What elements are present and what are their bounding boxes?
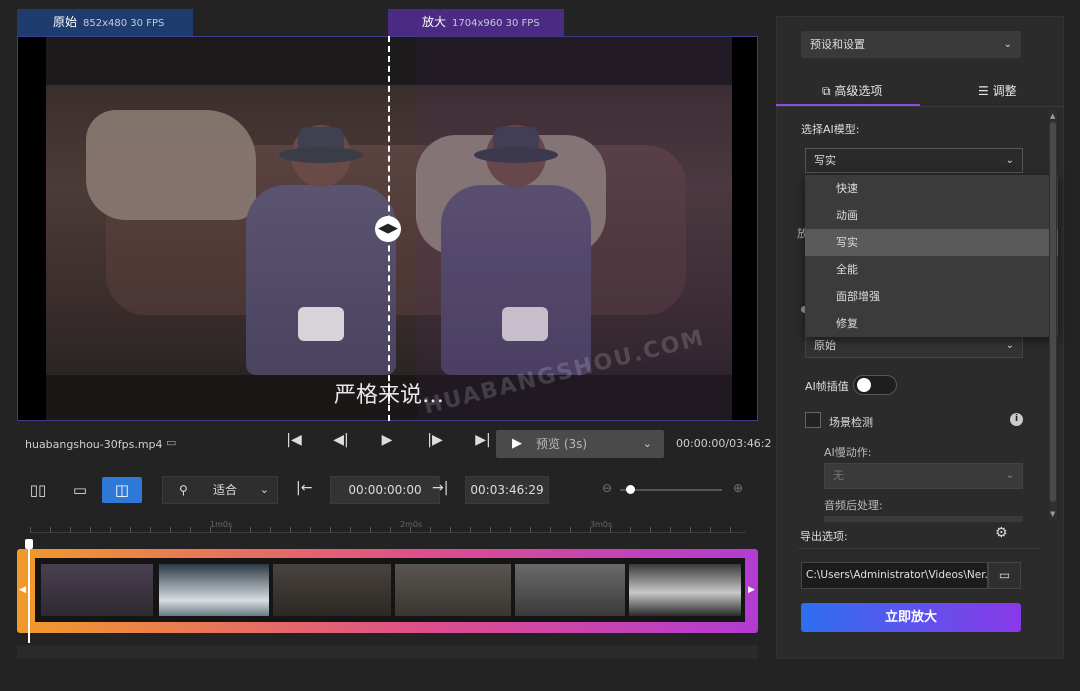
tab-adjust-label: 调整 bbox=[992, 84, 1017, 98]
clip-trim-left-icon[interactable]: ◀ bbox=[19, 585, 26, 595]
preset-label: 预设和设置 bbox=[810, 38, 865, 51]
tab-adjust[interactable]: ☰ 调整 bbox=[978, 82, 1017, 99]
model-option[interactable]: 全能 bbox=[805, 256, 1058, 283]
tab-advanced-label: 高级选项 bbox=[834, 84, 883, 98]
frame-interp-label: AI帧插值 bbox=[805, 380, 849, 393]
ai-model-value: 写实 bbox=[814, 154, 836, 167]
file-name: huabangshou-30fps.mp4 bbox=[25, 438, 163, 451]
compare-view-button[interactable]: ◫ bbox=[102, 477, 142, 503]
preset-select[interactable]: 预设和设置 ⌄ bbox=[801, 31, 1021, 58]
next-frame-icon[interactable]: |▶ bbox=[424, 432, 446, 448]
scroll-up-icon[interactable]: ▲ bbox=[1050, 112, 1055, 120]
start-time-field[interactable]: 00:00:00:00 bbox=[330, 476, 440, 504]
clip-thumbnails bbox=[35, 558, 745, 622]
model-option[interactable]: 动画 bbox=[805, 202, 1058, 229]
chevron-down-icon: ⌄ bbox=[642, 437, 652, 450]
zoom-out-icon[interactable]: ⊖ bbox=[602, 481, 612, 495]
tab-advanced[interactable]: ⧉ 高级选项 bbox=[822, 82, 882, 99]
zoom-icon: ⚲ bbox=[179, 483, 188, 497]
frame-interp-toggle[interactable] bbox=[853, 375, 897, 395]
chevron-down-icon: ⌄ bbox=[1005, 155, 1014, 166]
resolution-value: 原始 bbox=[814, 339, 836, 352]
upscale-now-button[interactable]: 立即放大 bbox=[801, 603, 1021, 632]
chevron-down-icon: ⌄ bbox=[1005, 470, 1014, 481]
scene-detect-label: 场景检测 bbox=[829, 416, 873, 429]
model-option[interactable]: 快速 bbox=[805, 175, 1058, 202]
ai-model-select[interactable]: 写实 ⌄ bbox=[805, 148, 1023, 173]
ai-model-dropdown: 快速 动画 写实 全能 面部增强 修复 bbox=[805, 175, 1058, 337]
single-view-button[interactable]: ▭ bbox=[60, 477, 100, 503]
open-folder-icon[interactable]: ▭ bbox=[166, 436, 176, 449]
original-label: 原始 bbox=[53, 15, 78, 29]
model-option[interactable]: 面部增强 bbox=[805, 283, 1058, 310]
model-option-selected[interactable]: 写实 bbox=[805, 229, 1058, 256]
audio-post-select[interactable] bbox=[824, 516, 1023, 522]
export-options-label: 导出选项: bbox=[800, 530, 848, 543]
prev-frame-icon[interactable]: ◀| bbox=[330, 432, 352, 448]
zoom-meta: 1704x960 30 FPS bbox=[452, 18, 540, 29]
play-icon[interactable]: ▶ bbox=[376, 432, 398, 448]
advanced-icon: ⧉ bbox=[822, 84, 831, 98]
original-meta: 852x480 30 FPS bbox=[83, 18, 165, 29]
tab-divider bbox=[776, 106, 1064, 107]
export-divider bbox=[798, 548, 1041, 549]
zoom-fit-select[interactable]: ⚲ 适合 ⌄ bbox=[162, 476, 278, 504]
clip-trim-right-icon[interactable]: ▶ bbox=[748, 585, 755, 595]
skip-start-icon[interactable]: |◀ bbox=[283, 432, 305, 448]
scene-detect-checkbox[interactable] bbox=[805, 412, 821, 428]
preview-play-icon: ▶ bbox=[512, 436, 522, 451]
chevron-down-icon: ⌄ bbox=[1005, 340, 1014, 351]
timeline-zoom-knob[interactable] bbox=[626, 485, 635, 494]
gear-icon[interactable]: ⚙ bbox=[995, 525, 1008, 541]
timecode: 00:00:00/03:46:2 bbox=[676, 437, 772, 450]
select-model-label: 选择AI模型: bbox=[801, 123, 860, 136]
scroll-down-icon[interactable]: ▼ bbox=[1050, 510, 1055, 518]
zoom-in-icon[interactable]: ⊕ bbox=[733, 481, 743, 495]
preview-button[interactable]: ▶ 预览 (3s) ⌄ bbox=[496, 430, 664, 458]
panel-scrollbar[interactable] bbox=[1049, 110, 1057, 520]
playhead[interactable] bbox=[28, 540, 30, 643]
split-view-button[interactable]: ▯▯ bbox=[18, 477, 58, 503]
preview-label: 预览 (3s) bbox=[536, 437, 588, 451]
active-tab-indicator bbox=[776, 104, 920, 106]
timeline-scrollbar[interactable] bbox=[17, 645, 758, 659]
ruler-label: 1m0s bbox=[210, 520, 233, 529]
export-path-field[interactable]: C:\Users\Administrator\Videos\Ner... bbox=[801, 562, 988, 589]
mark-in-icon[interactable]: |← bbox=[296, 480, 312, 496]
sliders-icon: ☰ bbox=[978, 84, 989, 98]
chevron-down-icon: ⌄ bbox=[259, 483, 269, 496]
ai-action-select[interactable]: 无 ⌄ bbox=[824, 463, 1023, 489]
timeline-ruler bbox=[30, 515, 746, 533]
ai-action-label: AI慢动作: bbox=[824, 446, 872, 459]
ai-action-value: 无 bbox=[833, 469, 844, 482]
compare-split-handle[interactable]: ◀▶ bbox=[375, 216, 401, 242]
ruler-label: 2m0s bbox=[400, 520, 423, 529]
model-option[interactable]: 修复 bbox=[805, 310, 1058, 337]
fit-label: 适合 bbox=[213, 483, 238, 497]
folder-icon[interactable]: ▭ bbox=[988, 562, 1021, 589]
zoom-tab: 放大 1704x960 30 FPS bbox=[388, 9, 564, 36]
zoom-label: 放大 bbox=[422, 15, 447, 29]
mark-out-icon[interactable]: →| bbox=[432, 480, 448, 496]
timeline-zoom-slider[interactable] bbox=[620, 489, 722, 491]
end-time-field[interactable]: 00:03:46:29 bbox=[465, 476, 549, 504]
info-icon[interactable]: i bbox=[1010, 413, 1023, 426]
skip-end-icon[interactable]: ▶| bbox=[472, 432, 494, 448]
ruler-label: 3m0s bbox=[590, 520, 613, 529]
chevron-down-icon: ⌄ bbox=[1003, 39, 1012, 50]
original-tab: 原始 852x480 30 FPS bbox=[17, 9, 193, 36]
audio-post-label: 音频后处理: bbox=[824, 499, 883, 512]
